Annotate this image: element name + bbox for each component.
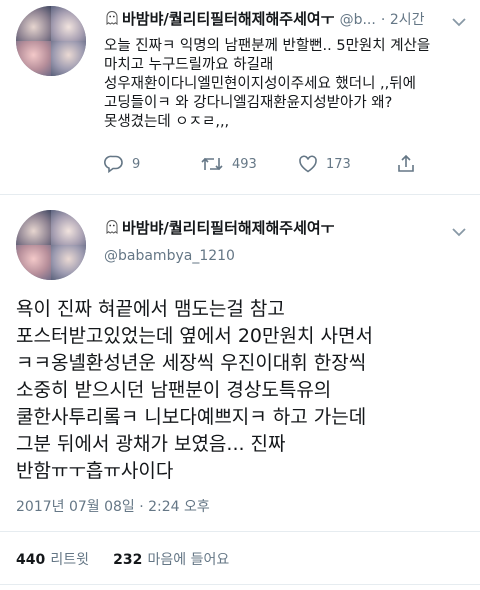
reply-count: 9 [132, 156, 141, 172]
more-options-icon[interactable] [452, 12, 466, 27]
retweet-icon [201, 157, 223, 171]
likes-label: 마음에 들어요 [147, 552, 230, 568]
retweet-count: 493 [232, 156, 257, 172]
heart-icon [299, 155, 317, 173]
bottom-divider [0, 584, 480, 585]
tweet2-handle[interactable]: @babambya_1210 [104, 248, 235, 264]
likes-count: 232 [113, 552, 143, 568]
stats-row: 440 리트윗 232 마음에 들어요 [16, 549, 229, 569]
ghost-icon [106, 10, 118, 25]
reply-button[interactable]: 9 [104, 155, 140, 173]
tweet2-header: 바밤뱌/퀄리티필터해제해주세여ㅜ [104, 217, 454, 238]
tweet1-time[interactable]: · 2시간 [381, 12, 425, 28]
retweets-label: 리트윗 [50, 552, 89, 568]
tweet1-header: 바밤뱌/퀄리티필터해제해주세여ㅜ @b... · 2시간 [104, 8, 434, 29]
share-button[interactable] [396, 154, 416, 174]
tweet1-handle[interactable]: @b... [340, 12, 376, 28]
retweets-stat[interactable]: 440 리트윗 [16, 549, 94, 568]
avatar[interactable] [16, 6, 86, 76]
retweet-button[interactable]: 493 [200, 155, 257, 173]
tweet2-text: 욕이 진짜 혀끝에서 맴도는걸 참고 포스터받고있었는데 옆에서 20만원치 사… [16, 298, 373, 482]
tweet1-text: 오늘 진짜ㅋ 익명의 남팬분께 반할뻔.. 5만원치 계산을 마치고 누구드릴까… [104, 38, 431, 130]
stats-divider [0, 531, 480, 532]
ghost-icon [106, 219, 118, 234]
tweet-divider [0, 194, 480, 195]
more-options-icon[interactable] [452, 222, 466, 237]
tweet2-display-name[interactable]: 바밤뱌/퀄리티필터해제해주세여ㅜ [122, 219, 334, 237]
tweet2-timestamp[interactable]: 2017년 07월 08일 · 2:24 오후 [16, 496, 210, 516]
reply-icon [104, 155, 123, 173]
retweets-count: 440 [16, 552, 46, 568]
avatar[interactable] [16, 210, 86, 280]
share-icon [398, 154, 414, 172]
like-count: 173 [326, 156, 351, 172]
likes-stat[interactable]: 232 마음에 들어요 [113, 549, 229, 568]
tweet1-display-name[interactable]: 바밤뱌/퀄리티필터해제해주세여ㅜ [122, 10, 334, 28]
like-button[interactable]: 173 [298, 155, 351, 173]
